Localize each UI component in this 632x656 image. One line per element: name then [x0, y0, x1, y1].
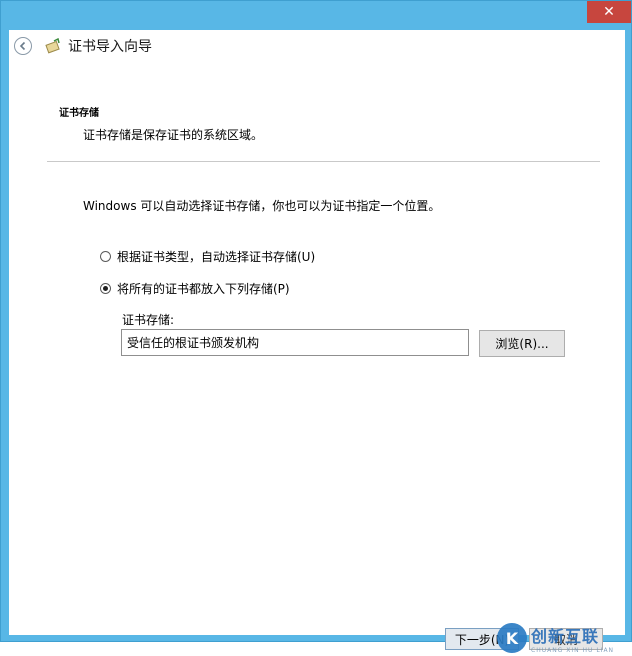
option-auto-select-label: 根据证书类型，自动选择证书存储(U) — [117, 250, 316, 264]
store-label: 证书存储: — [122, 313, 175, 327]
wizard-client-area: 证书导入向导 证书存储 证书存储是保存证书的系统区域。 Windows 可以自动… — [9, 30, 625, 654]
back-arrow-icon[interactable] — [14, 37, 32, 55]
header-divider — [47, 161, 600, 162]
watermark-logo-icon: K — [497, 623, 527, 653]
option-place-all-label: 将所有的证书都放入下列存储(P) — [117, 282, 290, 296]
title-bar: ✕ — [1, 1, 632, 29]
option-place-all[interactable]: 将所有的证书都放入下列存储(P) — [100, 280, 290, 297]
wizard-header: 证书导入向导 — [9, 30, 625, 62]
wizard-window: ✕ 证书导入向导 证书存储 证书存储是保存证书的系统区域。 Windows 可以… — [0, 0, 632, 654]
page-description: 证书存储是保存证书的系统区域。 — [83, 128, 264, 142]
close-button[interactable]: ✕ — [587, 1, 631, 23]
wizard-title: 证书导入向导 — [68, 39, 152, 55]
intro-text: Windows 可以自动选择证书存储，你也可以为证书指定一个位置。 — [83, 199, 441, 213]
option-auto-select[interactable]: 根据证书类型，自动选择证书存储(U) — [100, 248, 315, 265]
radio-place-all[interactable] — [100, 283, 111, 294]
watermark-sub-text: CHUANG XIN HU LIAN — [531, 646, 615, 654]
certificate-icon — [45, 37, 61, 54]
store-field[interactable]: 受信任的根证书颁发机构 — [121, 329, 469, 356]
page-title: 证书存储 — [59, 108, 99, 119]
watermark: K 创新互联 CHUANG XIN HU LIAN — [497, 620, 627, 656]
watermark-main-text: 创新互联 — [531, 626, 600, 646]
watermark-text: 创新互联 CHUANG XIN HU LIAN — [531, 623, 614, 654]
radio-auto-select[interactable] — [100, 251, 111, 262]
browse-button[interactable]: 浏览(R)... — [479, 330, 565, 357]
